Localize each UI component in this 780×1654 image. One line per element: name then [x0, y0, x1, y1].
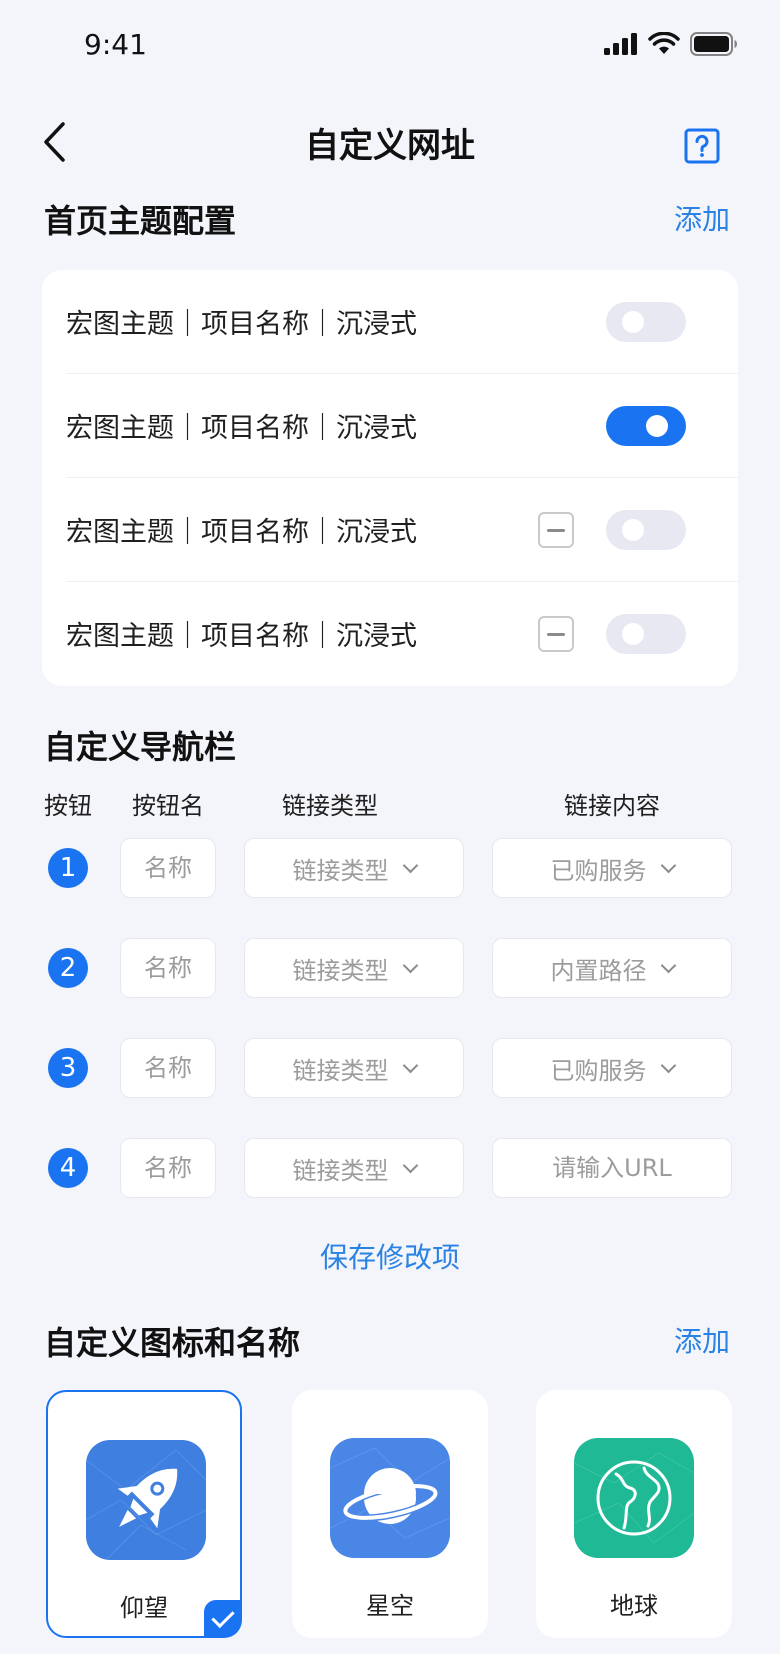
remove-theme-button[interactable] [538, 512, 574, 548]
theme-toggle[interactable] [606, 510, 686, 550]
row-number-badge: 1 [48, 848, 88, 888]
chevron-down-icon [402, 957, 418, 973]
chevron-down-icon [660, 857, 676, 873]
link-type-value: 链接类型 [292, 856, 389, 885]
row-number-badge: 4 [48, 1148, 88, 1188]
icon-card-xingkong[interactable]: 星空 [292, 1390, 488, 1638]
help-icon [684, 128, 720, 164]
column-header-button-name: 按钮名 [132, 792, 204, 820]
theme-row: 宏图主题｜项目名称｜沉浸式 [42, 582, 738, 686]
toggle-knob [622, 519, 644, 541]
row-number-badge: 2 [48, 948, 88, 988]
nav-config-row: 4 链接类型 [0, 1138, 780, 1198]
page-title: 自定义网址 [305, 126, 475, 166]
theme-row: 宏图主题｜项目名称｜沉浸式 [42, 478, 738, 582]
nav-config-row: 3 链接类型 已购服务 [0, 1038, 780, 1098]
theme-toggle[interactable] [606, 614, 686, 654]
link-content-value: 已购服务 [550, 856, 647, 885]
planet-icon [330, 1438, 450, 1558]
link-type-value: 链接类型 [292, 1056, 389, 1085]
wifi-icon [648, 32, 680, 54]
chevron-down-icon [402, 857, 418, 873]
battery-icon [690, 32, 737, 56]
button-name-field[interactable] [121, 939, 215, 997]
check-icon [204, 1600, 242, 1638]
add-icon-button[interactable]: 添加 [674, 1320, 730, 1360]
theme-row: 宏图主题｜项目名称｜沉浸式 [42, 270, 738, 374]
column-header-link-type: 链接类型 [282, 792, 378, 820]
link-type-value: 链接类型 [292, 1156, 389, 1185]
button-name-field[interactable] [121, 1039, 215, 1097]
link-type-select[interactable]: 链接类型 [244, 838, 464, 898]
status-icons [604, 32, 738, 56]
button-name-input[interactable] [120, 938, 216, 998]
chevron-down-icon [660, 1057, 676, 1073]
button-name-field[interactable] [121, 1139, 215, 1197]
link-content-value: 内置路径 [550, 956, 647, 985]
theme-toggle[interactable] [606, 302, 686, 342]
icon-name-label: 星空 [366, 1592, 414, 1620]
button-name-input[interactable] [120, 1138, 216, 1198]
theme-label: 宏图主题｜项目名称｜沉浸式 [66, 517, 417, 548]
toggle-knob [646, 415, 668, 437]
chevron-down-icon [402, 1157, 418, 1173]
toggle-knob [622, 623, 644, 645]
theme-section-title: 首页主题配置 [44, 202, 237, 240]
column-header-link-content: 链接内容 [564, 792, 660, 820]
icon-card-yangwang[interactable]: 仰望 [46, 1390, 242, 1638]
link-type-select[interactable]: 链接类型 [244, 938, 464, 998]
icon-card-diqiu[interactable]: 地球 [536, 1390, 732, 1638]
link-type-value: 链接类型 [292, 956, 389, 985]
help-button[interactable] [684, 128, 720, 164]
url-field[interactable] [493, 1139, 731, 1197]
button-name-input[interactable] [120, 1038, 216, 1098]
link-type-select[interactable]: 链接类型 [244, 1038, 464, 1098]
theme-list: 宏图主题｜项目名称｜沉浸式 宏图主题｜项目名称｜沉浸式 宏图主题｜项目名称｜沉浸… [42, 270, 738, 686]
theme-label: 宏图主题｜项目名称｜沉浸式 [66, 309, 417, 340]
link-type-select[interactable]: 链接类型 [244, 1138, 464, 1198]
icon-section-title: 自定义图标和名称 [44, 1324, 301, 1362]
button-name-field[interactable] [121, 839, 215, 897]
url-input[interactable] [492, 1138, 732, 1198]
theme-label: 宏图主题｜项目名称｜沉浸式 [66, 621, 417, 652]
add-theme-button[interactable]: 添加 [674, 198, 730, 238]
navbar-section-title: 自定义导航栏 [44, 728, 237, 766]
status-time: 9:41 [84, 28, 147, 61]
icon-name-label: 地球 [610, 1592, 658, 1620]
nav-config-row: 2 链接类型 内置路径 [0, 938, 780, 998]
column-header-button: 按钮 [44, 792, 92, 820]
link-content-select[interactable]: 已购服务 [492, 1038, 732, 1098]
cellular-signal-icon [604, 33, 637, 55]
theme-toggle[interactable] [606, 406, 686, 446]
link-content-select[interactable]: 内置路径 [492, 938, 732, 998]
chevron-down-icon [660, 957, 676, 973]
button-name-input[interactable] [120, 838, 216, 898]
theme-row: 宏图主题｜项目名称｜沉浸式 [42, 374, 738, 478]
theme-label: 宏图主题｜项目名称｜沉浸式 [66, 413, 417, 444]
row-number-badge: 3 [48, 1048, 88, 1088]
chevron-down-icon [402, 1057, 418, 1073]
rocket-icon [86, 1440, 206, 1560]
globe-icon [574, 1438, 694, 1558]
nav-config-row: 1 链接类型 已购服务 [0, 838, 780, 898]
toggle-knob [622, 311, 644, 333]
remove-theme-button[interactable] [538, 616, 574, 652]
link-content-select[interactable]: 已购服务 [492, 838, 732, 898]
link-content-value: 已购服务 [550, 1056, 647, 1085]
save-changes-button[interactable]: 保存修改项 [0, 1236, 780, 1276]
